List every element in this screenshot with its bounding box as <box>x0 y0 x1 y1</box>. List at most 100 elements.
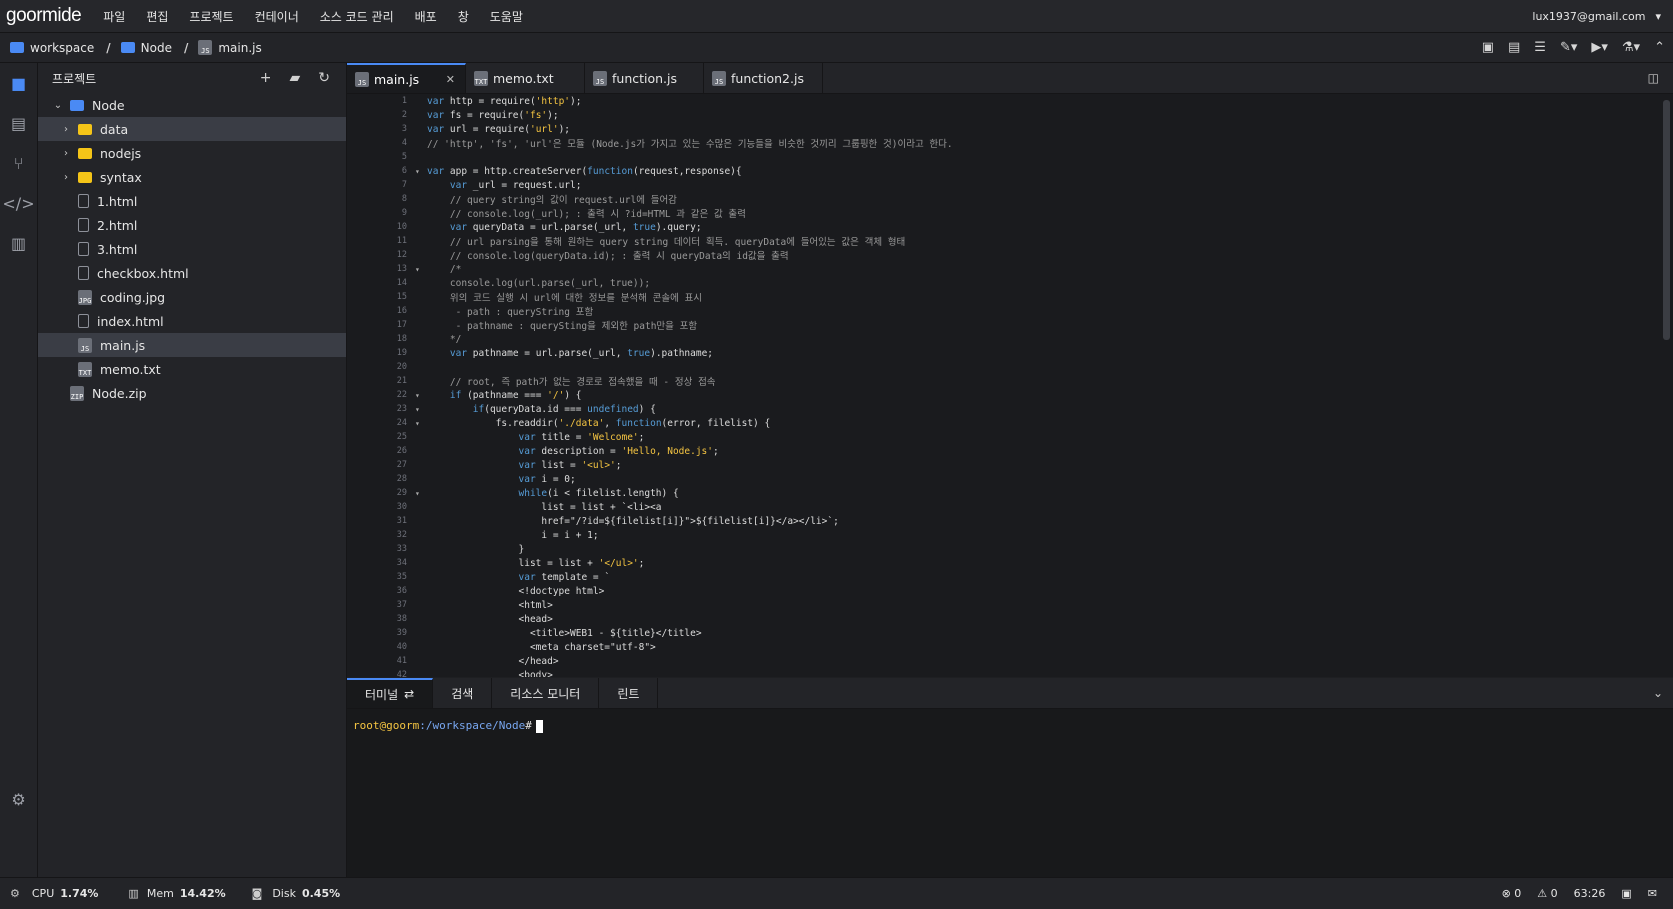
menu-project[interactable]: 프로젝트 <box>189 8 233 25</box>
code-line[interactable]: 16 - path : queryString 포함 <box>347 304 1657 318</box>
code-line[interactable]: 26 var description = 'Hello, Node.js'; <box>347 444 1657 458</box>
tab-function2-js[interactable]: JS function2.js <box>704 63 823 93</box>
code-line[interactable]: 1 var http = require('http'); <box>347 94 1657 108</box>
code-line[interactable]: 34 list = list + '</ul>'; <box>347 556 1657 570</box>
settings-gear-icon[interactable]: ⚙ <box>0 779 37 819</box>
warning-count[interactable]: ⚠ 0 <box>1537 887 1557 900</box>
tree-item-index-html[interactable]: index.html <box>38 309 346 333</box>
code-line[interactable]: 7 var _url = request.url; <box>347 178 1657 192</box>
code-line[interactable]: 21 // root, 즉 path가 없는 경로로 접속했을 때 - 정상 접… <box>347 374 1657 388</box>
code-line[interactable]: 29 ▾ while(i < filelist.length) { <box>347 486 1657 500</box>
tab-main-js[interactable]: JS main.js ✕ <box>347 63 466 93</box>
tab-resource-monitor[interactable]: 리소스 모니터 <box>492 678 600 708</box>
git-icon[interactable]: ⑂ <box>0 143 37 183</box>
menu-window[interactable]: 창 <box>458 8 469 25</box>
code-line[interactable]: 17 - pathname : querySting을 제외한 path만을 포… <box>347 318 1657 332</box>
code-icon[interactable]: </> <box>0 183 37 223</box>
code-line[interactable]: 18 */ <box>347 332 1657 346</box>
tree-item-syntax[interactable]: › syntax <box>38 165 346 189</box>
outline-icon[interactable]: ▤ <box>0 103 37 143</box>
tree-item-node-zip[interactable]: ZIP Node.zip <box>38 381 346 405</box>
tree-item-checkbox-html[interactable]: checkbox.html <box>38 261 346 285</box>
code-line[interactable]: 2 var fs = require('fs'); <box>347 108 1657 122</box>
tree-item-coding-jpg[interactable]: JPG coding.jpg <box>38 285 346 309</box>
fold-toggle-icon[interactable]: ▾ <box>415 405 427 414</box>
chevron-down-icon[interactable]: ⌄ <box>1653 686 1663 700</box>
tree-root-node[interactable]: ⌄ Node <box>38 93 346 117</box>
code-line[interactable]: 11 // url parsing을 통해 원하는 query string 데… <box>347 234 1657 248</box>
scrollbar-thumb[interactable] <box>1663 100 1670 340</box>
code-line[interactable]: 22 ▾ if (pathname === '/') { <box>347 388 1657 402</box>
code-line[interactable]: 8 // query string의 값이 request.url에 들어감 <box>347 192 1657 206</box>
code-line[interactable]: 36 <!doctype html> <box>347 584 1657 598</box>
tree-item-main-js[interactable]: JS main.js <box>38 333 346 357</box>
code-line[interactable]: 20 <box>347 360 1657 374</box>
code-line[interactable]: 33 } <box>347 542 1657 556</box>
save-all-icon[interactable]: ▤ <box>1508 40 1520 55</box>
code-line[interactable]: 39 <title>WEB1 - ${title}</title> <box>347 626 1657 640</box>
code-line[interactable]: 24 ▾ fs.readdir('./data', function(error,… <box>347 416 1657 430</box>
collapse-icon[interactable]: ⌃ <box>1654 40 1665 55</box>
sync-icon[interactable]: ⇄ <box>404 687 414 701</box>
code-line[interactable]: 35 var template = ` <box>347 570 1657 584</box>
code-line[interactable]: 23 ▾ if(queryData.id === undefined) { <box>347 402 1657 416</box>
tab-terminal[interactable]: 터미널 ⇄ <box>347 678 434 708</box>
code-line[interactable]: 37 <html> <box>347 598 1657 612</box>
code-line[interactable]: 28 var i = 0; <box>347 472 1657 486</box>
code-line[interactable]: 32 i = i + 1; <box>347 528 1657 542</box>
code-line[interactable]: 6 ▾ var app = http.createServer(function(r… <box>347 164 1657 178</box>
code-line[interactable]: 14 console.log(url.parse(_url, true)); <box>347 276 1657 290</box>
code-line[interactable]: 27 var list = '<ul>'; <box>347 458 1657 472</box>
error-count[interactable]: ⊗ 0 <box>1502 887 1522 900</box>
code-line[interactable]: 9 // console.log(_url); : 출력 시 ?id=HTML … <box>347 206 1657 220</box>
save-icon[interactable]: ▣ <box>1482 40 1494 55</box>
fold-toggle-icon[interactable]: ▾ <box>415 489 427 498</box>
add-icon[interactable]: + <box>260 70 272 86</box>
fold-toggle-icon[interactable]: ▾ <box>415 167 427 176</box>
code-line[interactable]: 40 <meta charset="utf-8"> <box>347 640 1657 654</box>
wrench-icon[interactable]: ✎▾ <box>1560 40 1577 55</box>
menu-scm[interactable]: 소스 코드 관리 <box>320 8 394 25</box>
close-icon[interactable]: ✕ <box>446 73 455 86</box>
breadcrumb-node[interactable]: Node <box>120 41 172 55</box>
fold-toggle-icon[interactable]: ▾ <box>415 391 427 400</box>
user-menu[interactable]: lux1937@gmail.com ▾ <box>1532 10 1661 23</box>
code-line[interactable]: 31 href="/?id=${filelist[i]}">${filelist… <box>347 514 1657 528</box>
find-icon[interactable]: ☰ <box>1534 40 1546 55</box>
menu-container[interactable]: 컨테이너 <box>255 8 299 25</box>
tab-function-js[interactable]: JS function.js <box>585 63 704 93</box>
layout-icon[interactable]: ▣ <box>1621 887 1631 900</box>
code-line[interactable]: 19 var pathname = url.parse(_url, true).… <box>347 346 1657 360</box>
code-line[interactable]: 42 <body> <box>347 668 1657 678</box>
code-line[interactable]: 12 // console.log(queryData.id); : 출력 시 … <box>347 248 1657 262</box>
code-line[interactable]: 3 var url = require('url'); <box>347 122 1657 136</box>
breadcrumb-file[interactable]: JS main.js <box>198 40 262 55</box>
code-line[interactable]: 15 위의 코드 실행 시 url에 대한 정보를 분석해 콘솔에 표시 <box>347 290 1657 304</box>
tab-memo-txt[interactable]: TXT memo.txt <box>466 63 585 93</box>
code-line[interactable]: 5 <box>347 150 1657 164</box>
fold-toggle-icon[interactable]: ▾ <box>415 265 427 274</box>
code-line[interactable]: 10 var queryData = url.parse(_url, true)… <box>347 220 1657 234</box>
menu-deploy[interactable]: 배포 <box>415 8 437 25</box>
chat-icon[interactable]: ✉ <box>1648 887 1657 900</box>
code-line[interactable]: 4 // 'http', 'fs', 'url'은 모듈 (Node.js가 가지… <box>347 136 1657 150</box>
code-line[interactable]: 13 ▾ /* <box>347 262 1657 276</box>
code-line[interactable]: 25 var title = 'Welcome'; <box>347 430 1657 444</box>
tree-item-data[interactable]: › data <box>38 117 346 141</box>
test-icon[interactable]: ⚗▾ <box>1622 40 1640 55</box>
breadcrumb-workspace[interactable]: workspace <box>10 41 94 55</box>
code-line[interactable]: 30 list = list + `<li><a <box>347 500 1657 514</box>
split-view-icon[interactable]: ◫ <box>1648 71 1659 85</box>
run-icon[interactable]: ▶▾ <box>1591 40 1608 55</box>
tree-item-2-html[interactable]: 2.html <box>38 213 346 237</box>
new-folder-icon[interactable]: ▰ <box>289 70 300 86</box>
terminal-prompt[interactable]: root@goorm:/workspace/Node# <box>353 719 1673 733</box>
menu-file[interactable]: 파일 <box>103 8 125 25</box>
refresh-icon[interactable]: ↻ <box>318 70 330 86</box>
extensions-icon[interactable]: ▥ <box>0 223 37 263</box>
menu-edit[interactable]: 편집 <box>146 8 168 25</box>
code-line[interactable]: 38 <head> <box>347 612 1657 626</box>
code-editor[interactable]: 1 var http = require('http'); 2 var fs = re… <box>347 94 1657 678</box>
tree-item-memo-txt[interactable]: TXT memo.txt <box>38 357 346 381</box>
code-line[interactable]: 41 </head> <box>347 654 1657 668</box>
